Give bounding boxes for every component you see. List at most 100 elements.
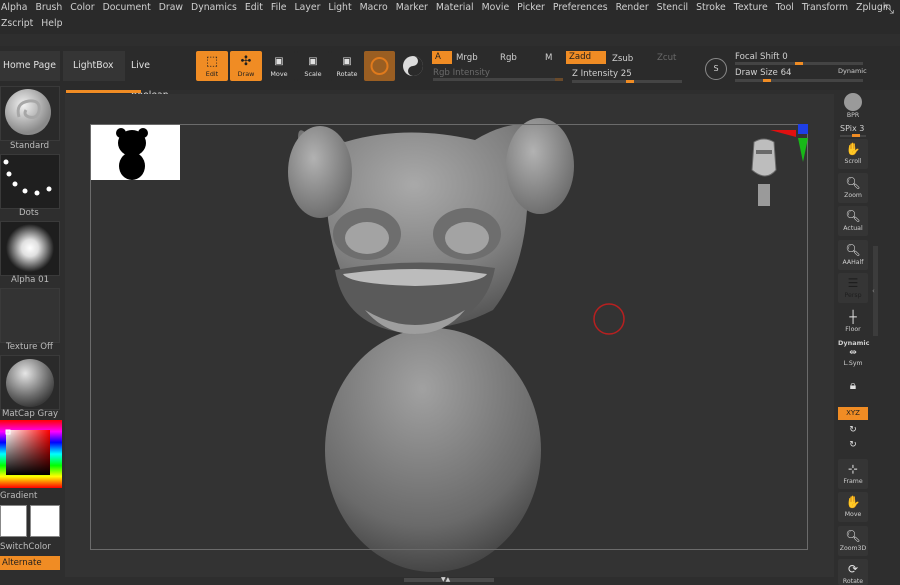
spix-slider-label[interactable]: SPix 3 (840, 124, 864, 133)
persp-button[interactable]: ☰ Persp (838, 273, 868, 303)
perspective-grid-icon: ☰ (847, 276, 859, 290)
menu-stencil[interactable]: Stencil (653, 0, 692, 16)
spix-knob[interactable] (852, 134, 860, 137)
menu-material[interactable]: Material (432, 0, 478, 16)
home-page-button[interactable]: Home Page (0, 51, 60, 81)
switch-color-button[interactable]: SwitchColor (0, 542, 51, 552)
menu-texture[interactable]: Texture (730, 0, 772, 16)
active-tab-indicator (66, 90, 141, 93)
color-picker[interactable] (0, 420, 62, 488)
menu-brush[interactable]: Brush (31, 0, 66, 16)
xyz-button[interactable]: XYZ (838, 407, 868, 420)
zadd-toggle[interactable]: Zadd (566, 51, 606, 64)
frame-icon: ⊹ (847, 462, 859, 476)
rgb-intensity-knob[interactable] (555, 78, 563, 81)
menu-picker[interactable]: Picker (513, 0, 549, 16)
edit-button[interactable]: ⬚ Edit (196, 51, 228, 81)
live-boolean-button[interactable]: Live Boolean (128, 51, 190, 101)
menu-light[interactable]: Light (324, 0, 355, 16)
lazy-mouse-letter: S (713, 64, 719, 73)
move-view-button[interactable]: ✋ Move (838, 492, 868, 522)
menu-edit[interactable]: Edit (241, 0, 267, 16)
zoom-button[interactable]: 🔍︎ Zoom (838, 173, 868, 203)
menu-alpha[interactable]: Alpha (0, 0, 31, 16)
menu-layer[interactable]: Layer (290, 0, 324, 16)
main-color-swatch[interactable] (0, 505, 27, 537)
silhouette-preview (116, 128, 148, 180)
rgb-intensity-slider[interactable] (433, 78, 563, 81)
zoom3d-button[interactable]: 🔍︎ Zoom3D (838, 526, 868, 556)
move-label: Move (270, 70, 288, 78)
bpr-button[interactable]: BPR (838, 91, 868, 121)
lsym-button[interactable]: ⇹ L.Sym (838, 346, 868, 368)
mrgb-toggle[interactable]: Mrgb (456, 53, 478, 63)
rotate-z-icon: ↻ (849, 440, 857, 450)
zoom-label: Zoom (844, 192, 862, 199)
lock-button[interactable]: 🔒︎ (838, 375, 868, 405)
z-intensity-label: Z Intensity (572, 69, 619, 79)
menu-marker[interactable]: Marker (392, 0, 432, 16)
menu-tool[interactable]: Tool (772, 0, 798, 16)
menu-file[interactable]: File (267, 0, 291, 16)
menu-document[interactable]: Document (99, 0, 155, 16)
draw-button[interactable]: ✣ Draw (230, 51, 262, 81)
rotate-view-label: Rotate (842, 578, 864, 585)
bpr-label: BPR (846, 112, 860, 119)
menu-preferences[interactable]: Preferences (549, 0, 612, 16)
gradient-label: Gradient (0, 491, 38, 501)
m-toggle[interactable]: M (545, 53, 552, 63)
dynamic-toggle[interactable]: Dynamic (838, 67, 867, 75)
lsym-arrows-icon: ⇹ (849, 348, 857, 358)
menu-render[interactable]: Render (612, 0, 653, 16)
scroll-button[interactable]: ✋ Scroll (838, 139, 868, 169)
rotate-view-button[interactable]: ⟳ Rotate (838, 559, 868, 585)
alternate-button[interactable]: Alternate (0, 556, 60, 570)
menu-movie[interactable]: Movie (478, 0, 514, 16)
collapse-arrows-icon[interactable]: ▼▲ (441, 576, 450, 583)
navigator-thumbnail[interactable] (91, 125, 180, 180)
rotate-button[interactable]: ▣ Rotate (331, 51, 363, 81)
rotate-y-icon: ↻ (849, 425, 857, 435)
draw-size-knob[interactable] (763, 79, 771, 82)
aahalf-button[interactable]: 🔍︎ AAHalf (838, 240, 868, 270)
menu-draw[interactable]: Draw (155, 0, 187, 16)
material-button[interactable] (364, 51, 395, 81)
brush-thumbnail[interactable] (0, 86, 60, 141)
zsub-toggle[interactable]: Zsub (612, 54, 633, 64)
rotate-corner-icon[interactable]: ⤡ (884, 2, 894, 17)
z-intensity-knob[interactable] (626, 80, 634, 83)
draw-size-slider[interactable] (735, 79, 863, 82)
menu-stroke[interactable]: Stroke (692, 0, 730, 16)
a-toggle[interactable]: A (432, 51, 452, 64)
alpha-thumbnail[interactable] (0, 221, 60, 276)
sphere-material-button[interactable] (400, 51, 426, 81)
floor-button[interactable]: ┼ Floor (838, 307, 868, 337)
brush-label: Standard (10, 141, 50, 151)
rotate-z-button[interactable]: ↻ (838, 438, 868, 452)
zcut-toggle[interactable]: Zcut (657, 53, 676, 63)
stroke-thumbnail[interactable] (0, 154, 60, 209)
secondary-color-swatch[interactable] (30, 505, 60, 537)
menu-zscript[interactable]: Zscript (0, 16, 37, 32)
menu-help[interactable]: Help (37, 16, 66, 32)
texture-thumbnail[interactable] (0, 288, 60, 343)
focal-shift-slider-label: Focal Shift 0 (735, 52, 788, 62)
menu-transform[interactable]: Transform (798, 0, 852, 16)
move-hand-icon: ✋ (845, 495, 861, 509)
focal-shift-knob[interactable] (795, 62, 803, 65)
menu-macro[interactable]: Macro (356, 0, 392, 16)
draw-icon: ✣ (240, 54, 252, 69)
material-thumbnail[interactable] (0, 355, 60, 410)
scale-button[interactable]: ▣ Scale (297, 51, 329, 81)
frame-button[interactable]: ⊹ Frame (838, 459, 868, 489)
rgb-toggle[interactable]: Rgb (500, 53, 517, 63)
rotate-y-button[interactable]: ↻ (838, 423, 868, 437)
move-button[interactable]: ▣ Move (263, 51, 295, 81)
expand-arrow-icon[interactable]: ‹ (872, 287, 875, 295)
orientation-gizmo[interactable] (740, 122, 810, 212)
menu-dynamics[interactable]: Dynamics (187, 0, 241, 16)
actual-button[interactable]: 🔍︎ Actual (838, 206, 868, 236)
lightbox-button[interactable]: LightBox (63, 51, 125, 81)
lazy-mouse-icon[interactable]: S (705, 58, 727, 80)
menu-color[interactable]: Color (66, 0, 98, 16)
